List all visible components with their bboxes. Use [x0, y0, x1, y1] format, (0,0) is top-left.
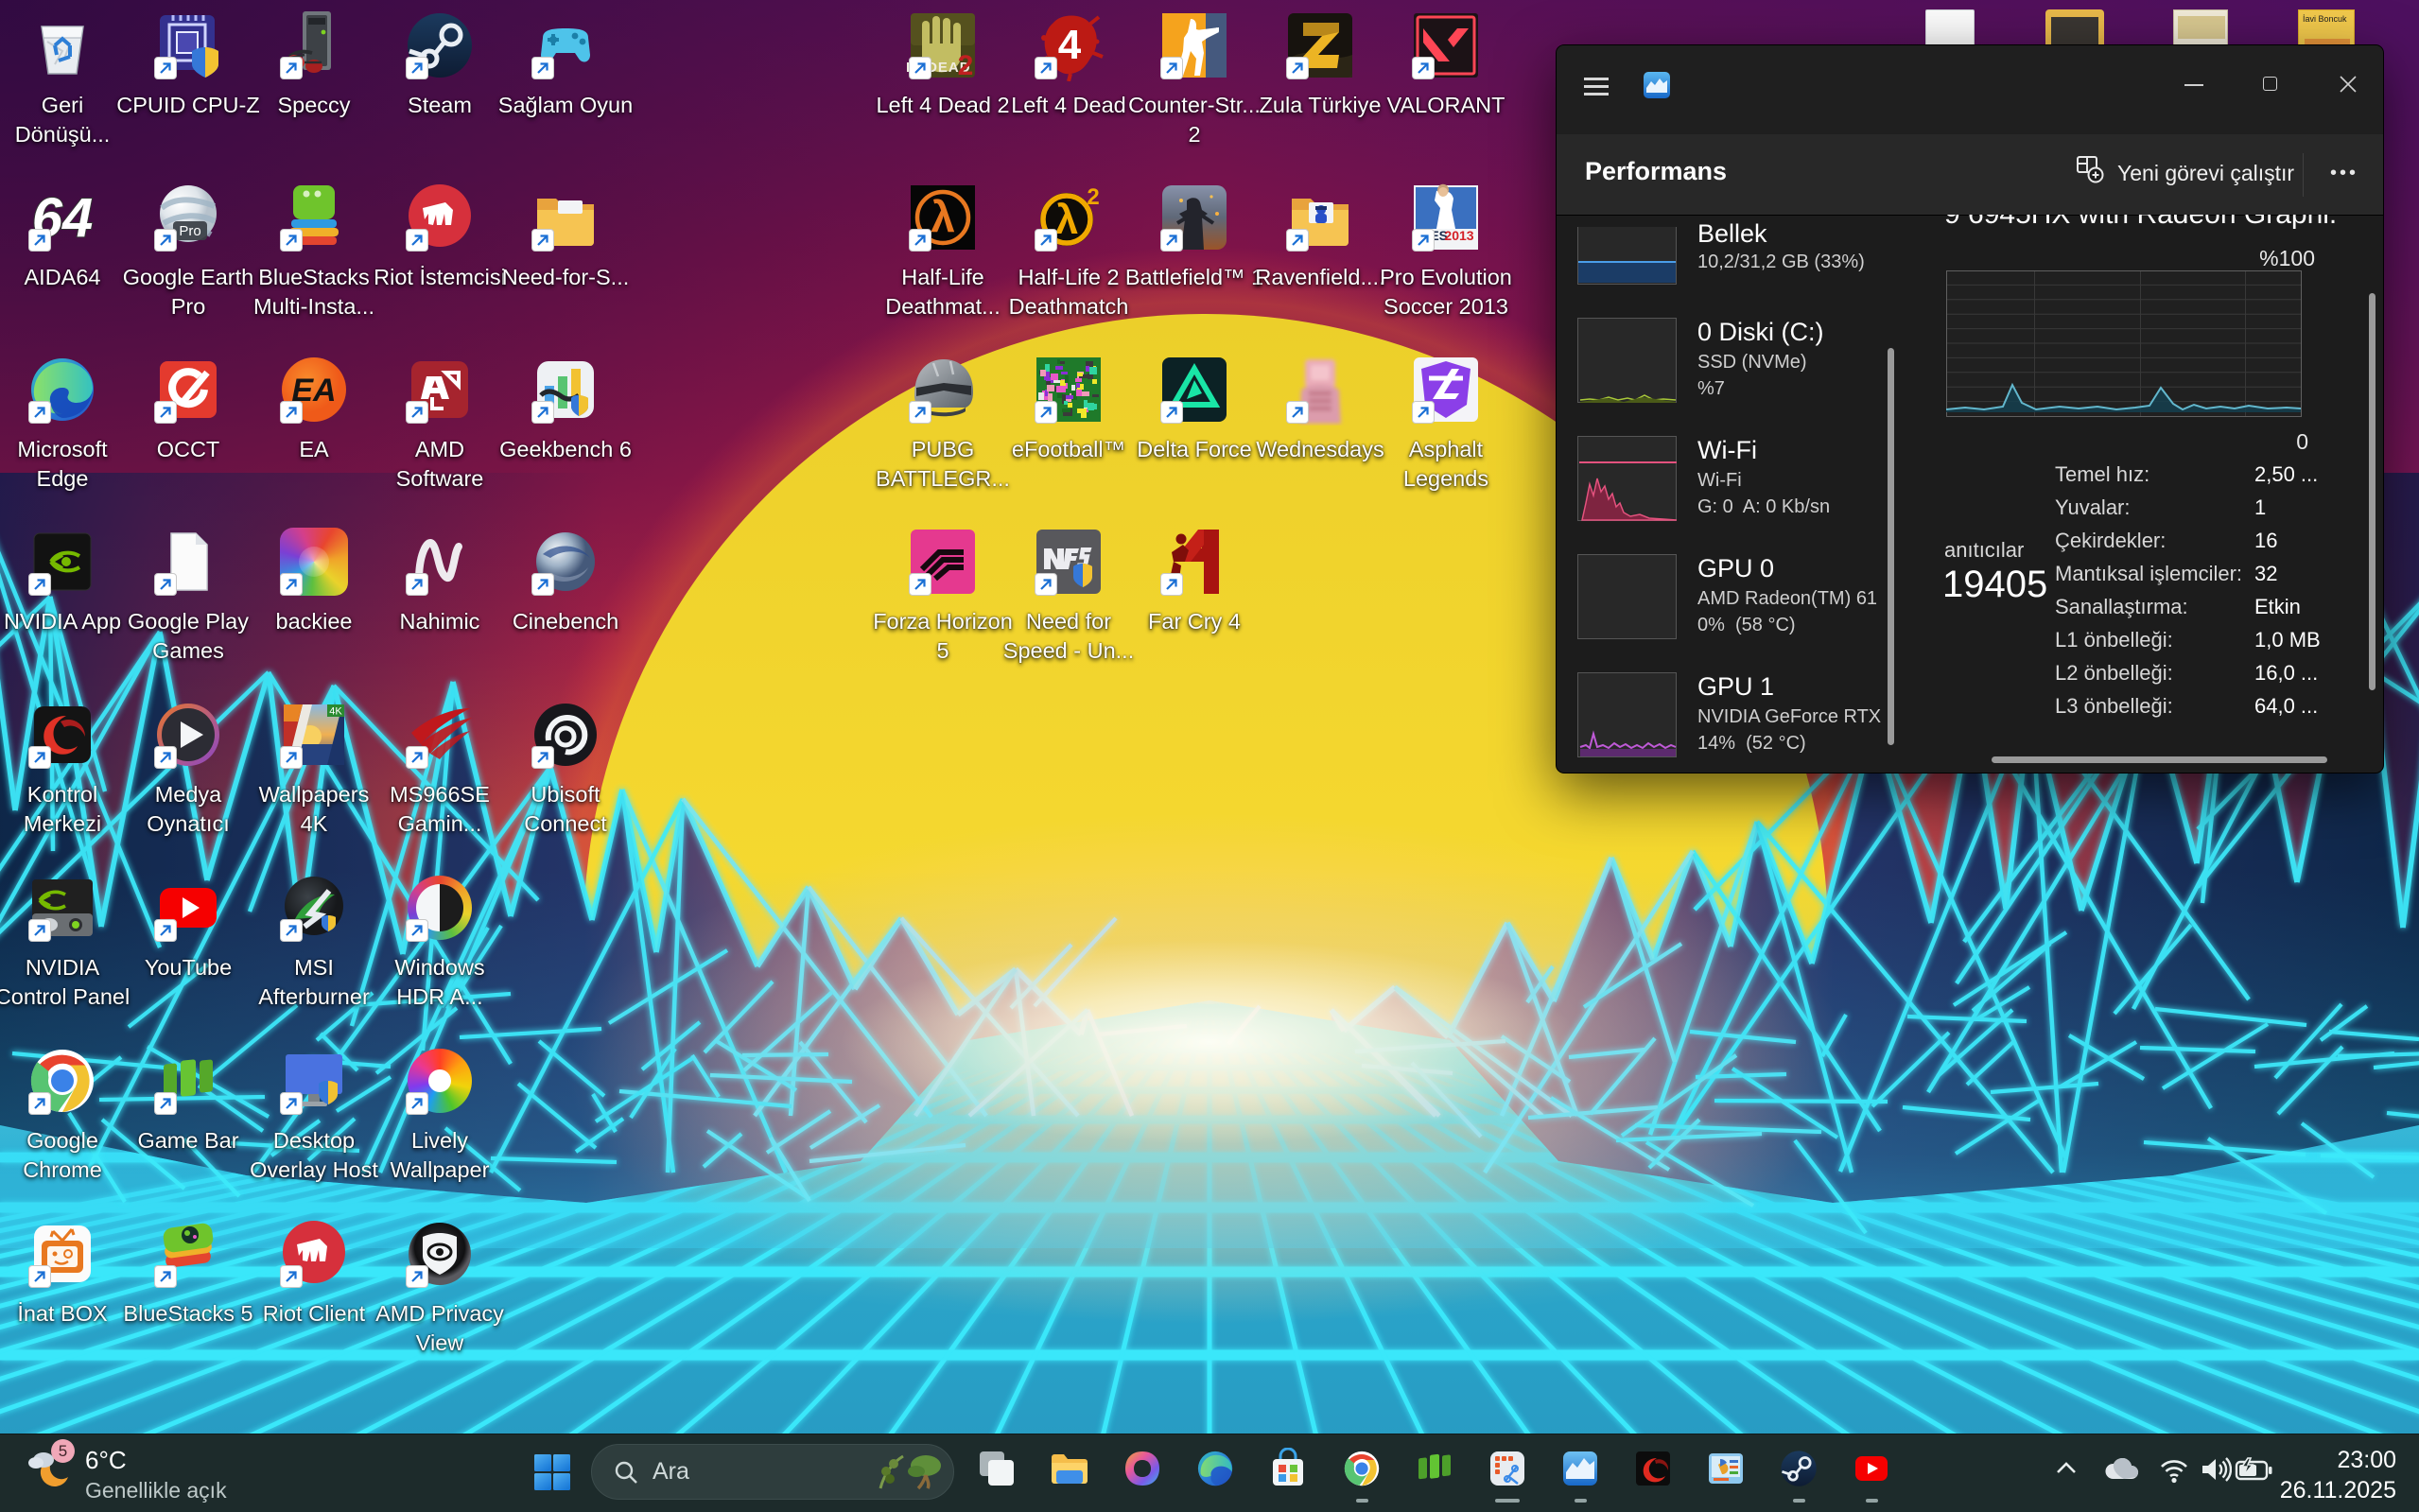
svg-text:Pro: Pro	[179, 223, 200, 239]
svg-text:2013: 2013	[1444, 228, 1473, 243]
svg-text:2: 2	[1087, 184, 1099, 210]
svg-text:λ: λ	[931, 192, 955, 241]
svg-text:λ: λ	[1055, 197, 1078, 243]
svg-text:2: 2	[958, 50, 974, 81]
svg-text:4: 4	[1058, 22, 1082, 68]
svg-text:4K: 4K	[329, 706, 342, 718]
